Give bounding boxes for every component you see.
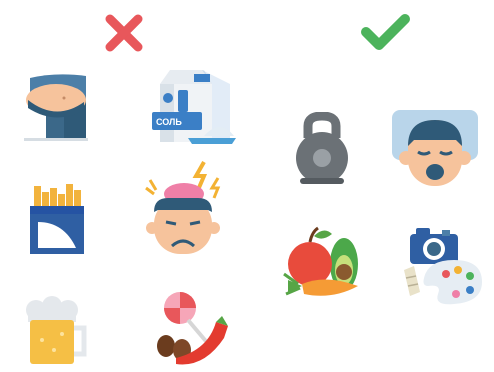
beer-icon <box>22 296 88 368</box>
milk-and-salt-icon: СОЛЬ <box>148 66 238 146</box>
salt-package-label: СОЛЬ <box>156 117 182 127</box>
belly-icon <box>20 70 92 144</box>
kettlebell-icon <box>292 112 352 186</box>
stressed-head-icon <box>142 160 230 266</box>
checkmark-icon <box>360 12 412 52</box>
candy-coffee-chili-icon <box>152 288 234 370</box>
cigarettes-icon <box>24 182 90 256</box>
cross-icon <box>104 13 144 53</box>
camera-and-palette-icon <box>398 222 484 308</box>
sleeping-person-icon <box>390 106 480 190</box>
fruits-vegetables-icon <box>282 214 364 302</box>
